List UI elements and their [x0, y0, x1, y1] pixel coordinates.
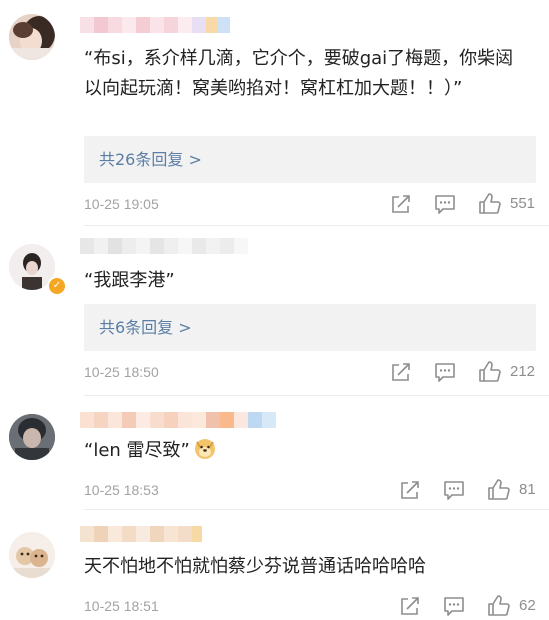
avatar-image [9, 414, 55, 460]
comment-icon[interactable] [443, 478, 465, 502]
like-count: 212 [510, 363, 536, 380]
timestamp: 10-25 19:05 [84, 196, 159, 212]
comment-icon[interactable] [434, 360, 456, 384]
repost-icon[interactable] [390, 360, 412, 384]
comment-text-body: “len 雷尽致” [84, 440, 190, 461]
comment-meta: 10-25 18:50 212 [84, 360, 549, 384]
avatar[interactable] [9, 14, 55, 60]
timestamp: 10-25 18:50 [84, 364, 159, 380]
like-count: 81 [519, 481, 536, 498]
comment-text: “我跟李港” [84, 270, 175, 291]
replies-button[interactable]: 共26条回复 > [84, 136, 536, 183]
replies-button[interactable]: 共6条回复 > [84, 304, 536, 351]
replies-link[interactable]: 共26条回复 > [99, 136, 202, 183]
doge-emoji-icon [194, 439, 215, 459]
comment-item: “布si，系介样几滴，它介个，要破gai了梅题，你柴闼以向起玩滴！窝美哟掐对！窝… [0, 0, 549, 226]
avatar-image [9, 532, 55, 578]
comment-feed: “布si，系介样几滴，它介个，要破gai了梅题，你柴闼以向起玩滴！窝美哟掐对！窝… [0, 0, 549, 620]
comment-meta: 10-25 19:05 551 [84, 192, 549, 216]
thumbs-up-icon [488, 595, 510, 616]
comment-icon[interactable] [434, 192, 456, 216]
comment-meta: 10-25 18:53 81 [84, 478, 549, 502]
avatar[interactable] [9, 414, 55, 460]
comment-text: “布si，系介样几滴，它介个，要破gai了梅题，你柴闼以向起玩滴！窝美哟掐对！窝… [84, 48, 514, 99]
username-mosaic[interactable] [80, 17, 230, 33]
repost-icon[interactable] [399, 478, 421, 502]
like-count: 551 [510, 195, 536, 212]
comment-item: 天不怕地不怕就怕蔡少芬说普通话哈哈哈哈 10-25 18:51 62 [0, 510, 549, 620]
comment-meta: 10-25 18:51 62 [84, 594, 549, 618]
verified-badge-icon: ✓ [47, 276, 67, 296]
timestamp: 10-25 18:53 [84, 482, 159, 498]
repost-icon[interactable] [390, 192, 412, 216]
username-mosaic[interactable] [80, 412, 276, 428]
comment-text: “len 雷尽致” [84, 436, 531, 466]
comment-item: ✓ “我跟李港” 共6条回复 > 10-25 18:50 212 [0, 226, 549, 396]
thumbs-up-icon [479, 361, 501, 382]
comment-text: 天不怕地不怕就怕蔡少芬说普通话哈哈哈哈 [84, 556, 426, 577]
thumbs-up-icon [479, 193, 501, 214]
repost-icon[interactable] [399, 594, 421, 618]
comment-icon[interactable] [443, 594, 465, 618]
username-mosaic[interactable] [80, 238, 248, 254]
like-count: 62 [519, 597, 536, 614]
avatar-image [9, 14, 55, 60]
timestamp: 10-25 18:51 [84, 598, 159, 614]
avatar[interactable] [9, 532, 55, 578]
comment-item: “len 雷尽致” 10-25 18:53 81 [0, 396, 549, 510]
replies-link[interactable]: 共6条回复 > [99, 304, 192, 351]
thumbs-up-icon [488, 479, 510, 500]
username-mosaic[interactable] [80, 526, 202, 542]
